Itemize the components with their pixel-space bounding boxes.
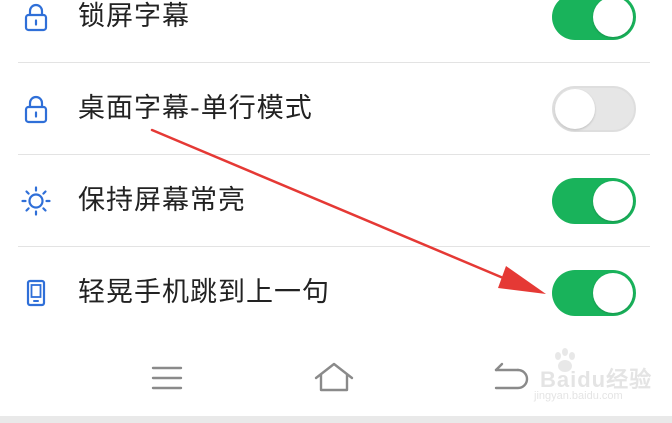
- setting-label: 保持屏幕常亮: [78, 185, 246, 216]
- home-icon: [312, 362, 356, 402]
- watermark-url: jingyan.baidu.com: [534, 390, 623, 402]
- keep-screen-on-toggle[interactable]: [552, 178, 636, 224]
- setting-row-desktop-subtitle-single-line[interactable]: 桌面字幕-单行模式: [0, 63, 672, 155]
- setting-row-keep-screen-on[interactable]: 保持屏幕常亮: [0, 155, 672, 247]
- toggle-knob: [593, 181, 633, 221]
- setting-label: 桌面字幕-单行模式: [78, 93, 313, 124]
- toggle-knob: [593, 273, 633, 313]
- lock-icon: [20, 1, 52, 33]
- menu-button[interactable]: [145, 358, 189, 398]
- setting-row-shake-to-previous[interactable]: 轻晃手机跳到上一句: [0, 247, 672, 339]
- desktop-subtitle-single-line-toggle[interactable]: [552, 86, 636, 132]
- setting-row-lock-screen-subtitle[interactable]: 锁屏字幕: [0, 0, 672, 63]
- settings-screen: 锁屏字幕 桌面字幕-单行模式 保持屏幕常亮 轻晃手机跳到上一句 Baidu经验 …: [0, 0, 672, 423]
- setting-label: 轻晃手机跳到上一句: [78, 277, 330, 308]
- toggle-knob: [555, 89, 595, 129]
- home-button[interactable]: [312, 358, 356, 398]
- bottom-strip: [0, 416, 672, 423]
- menu-icon: [145, 366, 189, 402]
- toggle-knob: [593, 0, 633, 37]
- lock-screen-subtitle-toggle[interactable]: [552, 0, 636, 40]
- phone-icon: [20, 277, 52, 309]
- sun-icon: [20, 185, 52, 217]
- lock-icon: [20, 93, 52, 125]
- shake-to-previous-toggle[interactable]: [552, 270, 636, 316]
- setting-label: 锁屏字幕: [78, 1, 190, 32]
- baidu-watermark: Baidu经验 jingyan.baidu.com: [520, 348, 660, 408]
